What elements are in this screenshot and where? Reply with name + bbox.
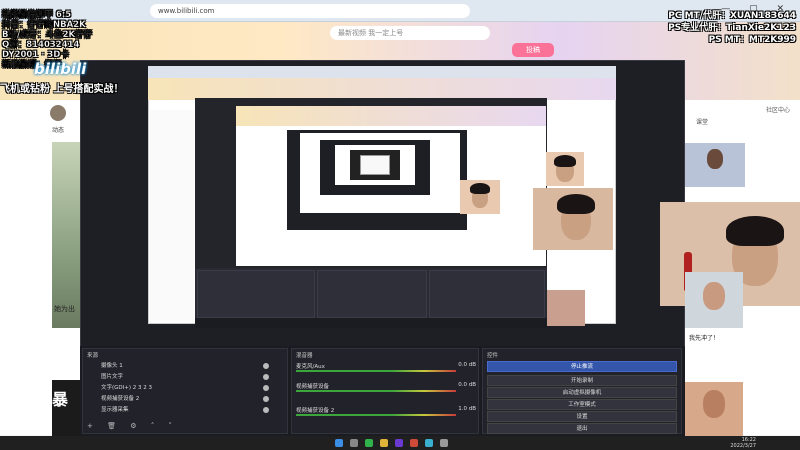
controls-title: 控件 (487, 353, 499, 359)
source-toolbar[interactable]: + 🗑 ⚙ ˄ ˅ (87, 422, 178, 430)
studio-mode-button[interactable]: 工作室模式 (487, 399, 677, 410)
preview-site-banner (148, 78, 616, 100)
virtual-camera-button[interactable]: 启动虚拟摄像机 (487, 387, 677, 398)
info-line: B站/虎牙：斗鱼2K仔仔 (2, 30, 93, 40)
nested-dock-mixer (317, 270, 427, 318)
video-thumbnail-right-2[interactable] (685, 272, 743, 328)
folder-icon[interactable] (380, 439, 388, 447)
app-icon[interactable] (440, 439, 448, 447)
address-bar[interactable]: www.bilibili.com (150, 4, 470, 18)
video-cover-2[interactable]: 暴 (52, 380, 80, 436)
mixer-channel[interactable]: 视频捕获设备 0.0 dB (296, 382, 476, 392)
start-recording-button[interactable]: 开始录制 (487, 375, 677, 386)
nested-preview-7 (360, 155, 390, 175)
info-line: 抖音：仔仔的NBA2K (2, 20, 86, 30)
source-item[interactable]: 摄像头 1 (87, 362, 277, 371)
info-line: DY2001 · 3D卡 (2, 50, 69, 60)
windows-taskbar: 16:22 2022/3/27 (0, 436, 800, 450)
dynamic-label[interactable]: 动态 (52, 125, 64, 134)
source-item[interactable]: 文字(GDI+) 2 3 2 3 (87, 384, 277, 393)
video-thumbnail-right[interactable] (685, 143, 745, 187)
exit-button[interactable]: 退出 (487, 423, 677, 434)
visibility-icon[interactable] (263, 385, 269, 391)
nested-dock-controls (429, 270, 545, 318)
browser-icon[interactable] (425, 439, 433, 447)
webcam-feed-1 (533, 188, 613, 250)
nested-dock-scenes (197, 270, 315, 318)
info-line: 粘粉微信卸甲 6:5 (2, 10, 72, 20)
cam-caption: 我先冲了！ (689, 335, 720, 342)
avatar[interactable] (50, 105, 66, 121)
system-clock[interactable]: 16:22 2022/3/27 (730, 437, 756, 449)
menu-item-community[interactable]: 社区中心 (758, 105, 790, 117)
webcam-feed-nested (460, 180, 500, 214)
stop-stream-button[interactable]: 停止推流 (487, 361, 677, 372)
app-icon[interactable] (410, 439, 418, 447)
mixer-dock: 混音器 麦克风/Aux 0.0 dB 视频捕获设备 0.0 dB 视频捕获设备 … (291, 348, 479, 434)
webcam-feed-small-2 (547, 290, 585, 326)
source-item[interactable]: 视频捕获设备 2 (87, 395, 277, 404)
webcam-feed-small-1 (546, 152, 584, 186)
source-item[interactable]: 显示器采集 (87, 406, 277, 415)
promo-text: 飞机或钻粉 上号搭配实战！ (0, 84, 124, 95)
visibility-icon[interactable] (263, 363, 269, 369)
menu-item-class[interactable]: 课堂 (688, 117, 790, 129)
right-menu: 社区中心 课堂 (688, 105, 790, 129)
video-cover[interactable] (52, 142, 80, 328)
info-line: Q群：814032414 (2, 40, 80, 50)
sources-dock: 来源 摄像头 1 图片文字 文字(GDI+) 2 3 2 3 视频捕获设备 2 … (82, 348, 288, 434)
site-logo[interactable]: bilibili (34, 60, 86, 78)
obs-icon[interactable] (395, 439, 403, 447)
video-caption: 她为出 (54, 305, 75, 313)
preview-sidebar (150, 110, 194, 320)
controls-dock: 控件 停止推流 开始录制 启动虚拟摄像机 工作室模式 设置 退出 (482, 348, 682, 434)
mixer-channel[interactable]: 视频捕获设备 2 1.0 dB (296, 406, 476, 416)
info-line-right: PS MT：MT2K999 (708, 35, 796, 45)
sources-title: 来源 (87, 353, 99, 359)
nested-banner-2 (236, 106, 546, 126)
upload-button[interactable]: 投稿 (512, 43, 554, 57)
video-thumbnail-right-3[interactable] (685, 382, 743, 436)
info-line-right: PS专业代肝：TianXie2K123 (668, 23, 796, 33)
visibility-icon[interactable] (263, 407, 269, 413)
search-icon[interactable] (350, 439, 358, 447)
mixer-channel[interactable]: 麦克风/Aux 0.0 dB (296, 362, 476, 372)
nested-taskbar (195, 318, 547, 328)
service-info-overlay: PC MT/代肝：XUAN183644 PS专业代肝：TianXie2K123 … (668, 10, 796, 46)
settings-button[interactable]: 设置 (487, 411, 677, 422)
site-search-input[interactable]: 最新视频 我一定上号 (330, 26, 490, 40)
visibility-icon[interactable] (263, 374, 269, 380)
wechat-icon[interactable] (365, 439, 373, 447)
start-icon[interactable] (335, 439, 343, 447)
info-line-right: PC MT/代肝：XUAN183644 (668, 11, 796, 21)
visibility-icon[interactable] (263, 396, 269, 402)
source-item[interactable]: 图片文字 (87, 373, 277, 382)
preview-browser-bar (148, 66, 616, 78)
mixer-title: 混音器 (296, 353, 313, 359)
